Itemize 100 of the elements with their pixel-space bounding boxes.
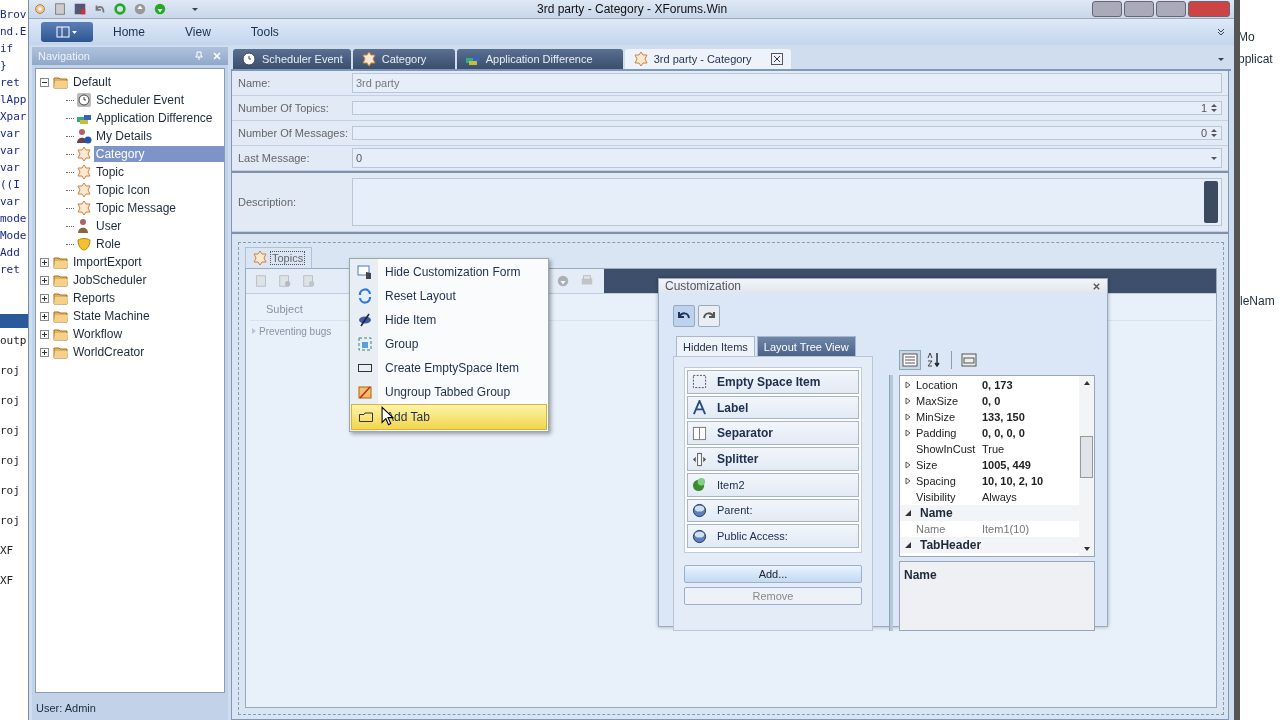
dropdown-icon[interactable] [1217, 55, 1225, 63]
tab[interactable]: Hidden Items [676, 336, 755, 356]
menu-item[interactable]: Hide Item [351, 308, 547, 332]
spin-arrows-icon[interactable] [1210, 127, 1218, 139]
property-value[interactable]: True [982, 443, 1005, 455]
field-label: Last Message: [238, 152, 311, 164]
tree-item[interactable]: Topic Message [94, 200, 179, 216]
input-field[interactable]: 0 [352, 126, 1222, 140]
menu-item[interactable]: Ungroup Tabbed Group [351, 380, 547, 404]
dropdown-icon[interactable] [191, 5, 199, 13]
menu-item[interactable]: Hide Customization Form [351, 260, 547, 284]
ungroup-icon [357, 384, 373, 400]
list-item[interactable]: Parent: [687, 498, 859, 523]
app-menu-button[interactable] [41, 22, 93, 42]
code-text: ret [0, 76, 20, 89]
property-value[interactable]: Item1(10) [982, 523, 1030, 535]
download-icon[interactable] [153, 2, 167, 16]
expander-icon[interactable] [40, 329, 49, 339]
tree-item[interactable]: ImportExport [71, 254, 144, 270]
property-name: Location [916, 379, 959, 391]
ribbon-tab[interactable]: Home [93, 25, 165, 39]
document-tab[interactable]: Application Difference [456, 49, 623, 69]
spin-arrows-icon[interactable] [1210, 102, 1218, 114]
input-field[interactable]: 1 [352, 101, 1222, 115]
property-value[interactable]: 133, 150 [982, 411, 1025, 423]
tree-item[interactable]: WorldCreator [71, 344, 147, 360]
document-tab[interactable]: Scheduler Event [233, 49, 351, 69]
tree-item[interactable]: Default [71, 74, 114, 90]
sort-icon [926, 352, 942, 368]
menu-item[interactable]: Create EmptySpace Item [351, 356, 547, 380]
input-field[interactable]: 3rd party [352, 73, 1222, 93]
eye-slash-icon [357, 312, 373, 328]
group-tab[interactable]: Topics [245, 247, 313, 268]
property-value[interactable]: 0, 0 [982, 395, 1001, 407]
tree-item[interactable]: Scheduler Event [94, 92, 187, 108]
collapse-arrow-icon[interactable] [904, 541, 912, 549]
input-field[interactable] [352, 178, 1222, 226]
code-text: lApp [0, 93, 27, 106]
document-tab[interactable]: Category [352, 49, 455, 69]
dialog-title: Customization [665, 279, 743, 293]
field-label: Name: [238, 77, 272, 89]
expander-icon[interactable] [40, 311, 49, 321]
tree-item[interactable]: JobScheduler [71, 272, 149, 288]
list-item[interactable]: Public Access: [687, 524, 859, 549]
balls-icon [692, 477, 707, 493]
collapse-chevron-icon[interactable] [1216, 27, 1226, 37]
menu-item[interactable]: Group [351, 332, 547, 356]
tree-item[interactable]: Reports [71, 290, 118, 306]
panel-title: Navigation [38, 50, 91, 62]
add-button[interactable]: Add... [684, 565, 862, 583]
app-gear-icon[interactable] [33, 2, 47, 16]
scrollbar[interactable] [1204, 181, 1218, 223]
ribbon-tab[interactable]: Tools [230, 25, 299, 39]
tree-item[interactable]: My Details [94, 128, 154, 144]
up-icon[interactable] [133, 2, 147, 16]
property-value[interactable]: 10, 10, 2, 10 [982, 475, 1044, 487]
code-text: leNam [1240, 294, 1275, 308]
tree-item[interactable]: User [94, 218, 124, 234]
expander-icon[interactable] [40, 257, 49, 267]
document-tab[interactable]: 3rd party - Category [624, 49, 791, 69]
code-text: ((I [0, 178, 20, 191]
list-item[interactable]: Splitter [687, 447, 859, 471]
collapse-arrow-icon[interactable] [904, 509, 912, 517]
list-item[interactable]: Label [687, 395, 859, 420]
redo-button[interactable] [698, 305, 720, 327]
ribbon-tab[interactable]: View [165, 25, 231, 39]
tree-item[interactable]: Topic Icon [94, 182, 153, 198]
save-icon[interactable] [73, 2, 87, 16]
expander-icon[interactable] [40, 77, 49, 87]
document-icon[interactable] [53, 2, 67, 16]
tree-item[interactable]: Topic [94, 164, 126, 180]
tree-item[interactable]: Application Difference [94, 110, 215, 126]
property-value[interactable]: 1005, 449 [982, 459, 1031, 471]
tree-item[interactable]: Workflow [71, 326, 125, 342]
menu-item[interactable]: Reset Layout [351, 284, 547, 308]
list-item[interactable]: Empty Space Item [687, 370, 859, 394]
status-text: User: Admin [36, 702, 96, 714]
undo-button[interactable] [673, 305, 695, 327]
property-value[interactable]: 0, 0, 0, 0 [982, 427, 1025, 439]
list-item[interactable]: Separator [687, 421, 859, 446]
property-value[interactable]: Always [982, 491, 1017, 503]
scrollbar[interactable] [1079, 376, 1094, 556]
expander-icon[interactable] [40, 293, 49, 303]
scroll-up-icon[interactable] [1082, 380, 1091, 386]
layout-icon [56, 26, 78, 38]
close-icon[interactable] [770, 53, 783, 65]
close-icon[interactable] [1092, 281, 1101, 291]
property-value[interactable]: 0, 173 [982, 379, 1013, 391]
field-label: Number Of Topics: [238, 102, 330, 114]
tree-item[interactable]: State Machine [71, 308, 152, 324]
scroll-thumb[interactable] [1080, 436, 1093, 478]
category-label: Name [920, 506, 953, 520]
tree-item[interactable]: Role [94, 236, 123, 252]
input-field[interactable]: 0 [352, 148, 1222, 168]
folder-icon [53, 326, 69, 342]
list-item[interactable]: Item2 [687, 472, 859, 497]
expander-icon[interactable] [40, 347, 49, 357]
tab[interactable]: Layout Tree View [756, 336, 856, 356]
scroll-down-icon[interactable] [1082, 546, 1091, 552]
expander-icon[interactable] [40, 275, 49, 285]
